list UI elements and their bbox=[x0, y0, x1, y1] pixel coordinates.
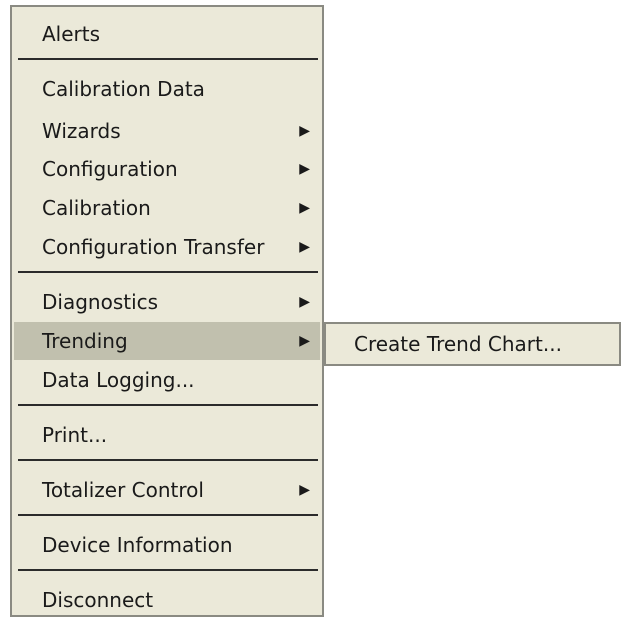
menu-item-label: Data Logging... bbox=[42, 368, 195, 392]
menu-separator bbox=[18, 58, 318, 60]
chevron-right-icon: ▶ bbox=[299, 482, 310, 498]
menu-item-trending[interactable]: Trending ▶ bbox=[14, 322, 320, 360]
chevron-right-icon: ▶ bbox=[299, 123, 310, 139]
chevron-right-icon: ▶ bbox=[299, 161, 310, 177]
menu-separator bbox=[18, 569, 318, 571]
menu-item-alerts[interactable]: Alerts bbox=[14, 15, 320, 53]
menu-item-label: Calibration bbox=[42, 196, 151, 220]
menu-item-totalizer-control[interactable]: Totalizer Control ▶ bbox=[14, 471, 320, 509]
menu-item-print[interactable]: Print... bbox=[14, 416, 320, 454]
menu-item-configuration[interactable]: Configuration ▶ bbox=[14, 150, 320, 188]
menu-item-label: Wizards bbox=[42, 119, 121, 143]
menu-item-configuration-transfer[interactable]: Configuration Transfer ▶ bbox=[14, 228, 320, 266]
menu-item-label: Diagnostics bbox=[42, 290, 159, 314]
menu-item-label: Configuration Transfer bbox=[42, 235, 265, 259]
menu-item-label: Configuration bbox=[42, 157, 178, 181]
menu-separator bbox=[18, 459, 318, 461]
menu-item-wizards[interactable]: Wizards ▶ bbox=[14, 112, 320, 150]
menu-separator bbox=[18, 404, 318, 406]
menu-item-label: Device Information bbox=[42, 533, 233, 557]
menu-item-create-trend-chart[interactable]: Create Trend Chart... bbox=[328, 326, 617, 362]
menu-separator bbox=[18, 271, 318, 273]
menu-item-device-information[interactable]: Device Information bbox=[14, 526, 320, 564]
menu-item-data-logging[interactable]: Data Logging... bbox=[14, 361, 320, 399]
menu-item-label: Calibration Data bbox=[42, 77, 205, 101]
menu-item-label: Totalizer Control bbox=[42, 478, 204, 502]
menu-item-label: Create Trend Chart... bbox=[354, 332, 562, 356]
menu-item-disconnect[interactable]: Disconnect bbox=[14, 581, 320, 619]
menu-item-label: Disconnect bbox=[42, 588, 154, 612]
menu-item-calibration-data[interactable]: Calibration Data bbox=[14, 70, 320, 108]
menu-separator bbox=[18, 514, 318, 516]
menu-item-label: Print... bbox=[42, 423, 108, 447]
menu-item-label: Trending bbox=[42, 329, 128, 353]
chevron-right-icon: ▶ bbox=[299, 294, 310, 310]
menu-item-label: Alerts bbox=[42, 22, 101, 46]
menu-item-diagnostics[interactable]: Diagnostics ▶ bbox=[14, 283, 320, 321]
chevron-right-icon: ▶ bbox=[299, 333, 310, 349]
chevron-right-icon: ▶ bbox=[299, 239, 310, 255]
context-menu: Alerts Calibration Data Wizards ▶ Config… bbox=[10, 5, 324, 617]
chevron-right-icon: ▶ bbox=[299, 200, 310, 216]
trending-submenu: Create Trend Chart... bbox=[324, 322, 621, 366]
menu-item-calibration[interactable]: Calibration ▶ bbox=[14, 189, 320, 227]
